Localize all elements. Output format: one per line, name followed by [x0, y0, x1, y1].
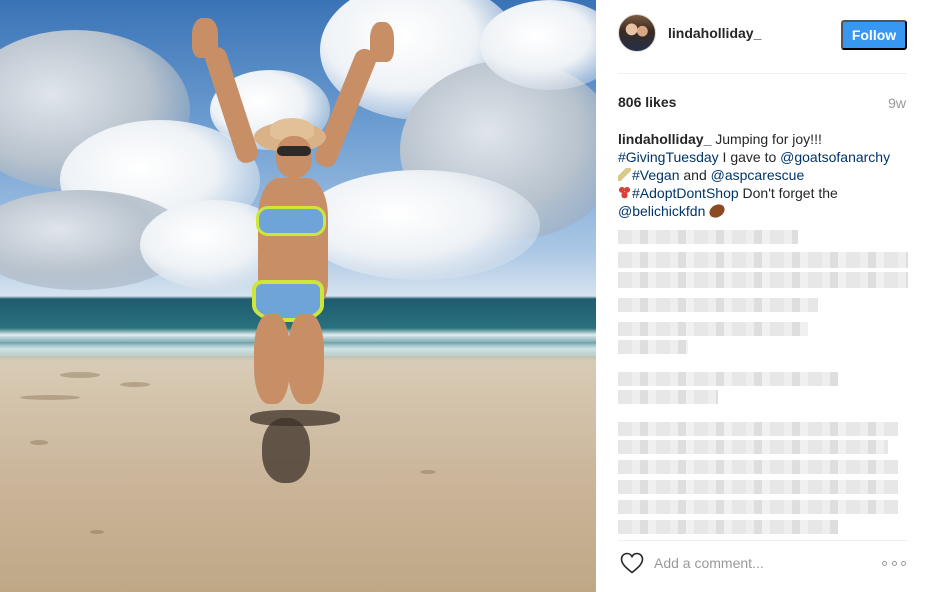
blurred-comment-line: [618, 460, 898, 474]
sand-debris: [420, 470, 436, 474]
like-count[interactable]: 806 likes: [618, 94, 676, 110]
hashtag-vegan[interactable]: #Vegan: [632, 167, 680, 183]
mention-goatsofanarchy[interactable]: @goatsofanarchy: [780, 149, 890, 165]
blurred-comment-line: [618, 230, 798, 244]
sand-debris: [30, 440, 48, 445]
blurred-comment-line: [618, 272, 908, 288]
blurred-comment-line: [618, 422, 898, 436]
more-options-icon[interactable]: [882, 559, 906, 567]
blurred-comment-line: [618, 480, 898, 494]
sand-debris: [120, 382, 150, 387]
blurred-comment-line: [618, 322, 808, 336]
jumper-shadow: [262, 418, 310, 483]
heart-icon[interactable]: [620, 552, 644, 574]
blurred-comment-line: [618, 372, 838, 386]
sand-debris: [20, 395, 80, 400]
follow-button[interactable]: Follow: [841, 20, 907, 50]
hashtag-givingtuesday[interactable]: #GivingTuesday: [618, 149, 719, 165]
post-header: lindaholliday_ Follow: [618, 14, 908, 58]
footer-divider: [618, 540, 907, 541]
header-divider: [618, 73, 907, 74]
blurred-comment-line: [618, 390, 718, 404]
blurred-comments: [618, 228, 908, 534]
avatar[interactable]: [618, 14, 656, 52]
mention-belichickfdn[interactable]: @belichickfdn: [618, 203, 705, 219]
cocktail-emoji-icon: [618, 168, 631, 181]
post-age[interactable]: 9w: [888, 95, 906, 111]
blurred-comment-line: [618, 298, 818, 312]
blurred-comment-line: [618, 440, 888, 454]
blurred-comment-line: [618, 500, 898, 514]
caption-username[interactable]: lindaholliday_: [618, 131, 711, 147]
caption-text: and: [679, 167, 711, 183]
football-emoji-icon: [707, 201, 728, 221]
sand-debris: [90, 530, 104, 534]
caption-text: I gave to: [718, 149, 781, 165]
jumping-woman: [180, 18, 400, 418]
comment-input[interactable]: [654, 554, 854, 572]
paw-emoji-icon: [618, 186, 631, 199]
mention-aspcarescue[interactable]: @aspcarescue: [711, 167, 805, 183]
blurred-comment-line: [618, 340, 688, 354]
caption-text: Jumping for joy!!!: [711, 131, 822, 147]
post-photo[interactable]: [0, 0, 596, 592]
hashtag-adoptdontshop[interactable]: #AdoptDontShop: [632, 185, 739, 201]
post-details-panel: lindaholliday_ Follow 806 likes 9w linda…: [596, 0, 925, 592]
sand-debris: [60, 372, 100, 378]
post-caption: lindaholliday_ Jumping for joy!!! #Givin…: [618, 130, 910, 221]
blurred-comment-line: [618, 252, 908, 268]
caption-text: Don't forget the: [738, 185, 838, 201]
blurred-comment-line: [618, 520, 838, 534]
header-username[interactable]: lindaholliday_: [668, 25, 761, 41]
